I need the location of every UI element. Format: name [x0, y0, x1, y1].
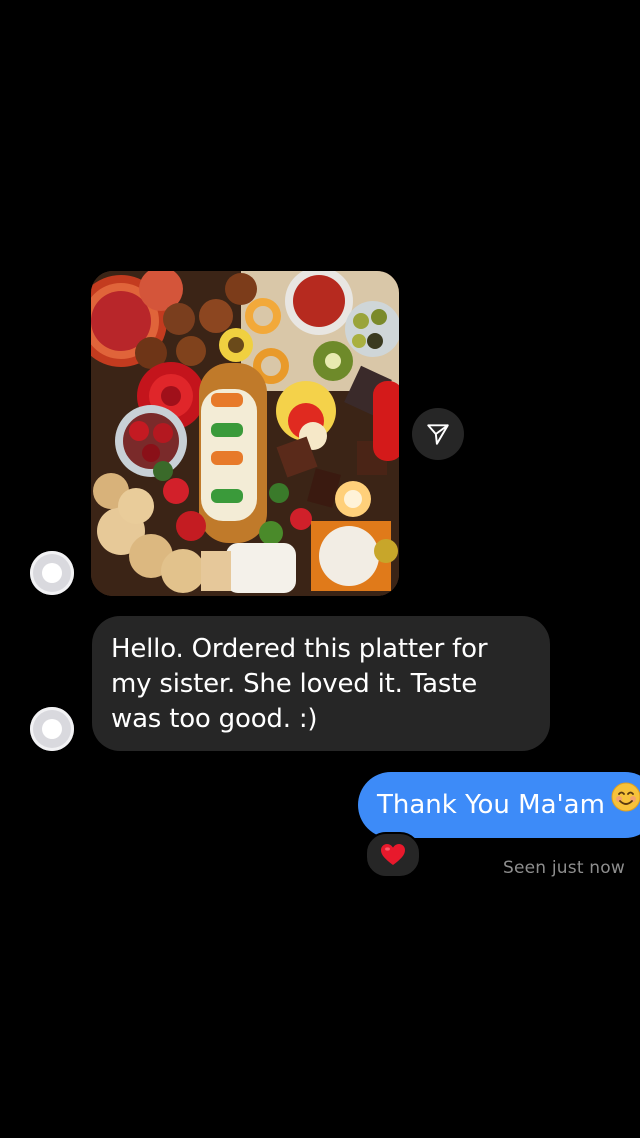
- heart-icon: [381, 844, 405, 865]
- chat-screen: Hello. Ordered this platter for my siste…: [0, 0, 640, 1138]
- smiling-face-icon: [611, 771, 640, 837]
- incoming-message-bubble[interactable]: Hello. Ordered this platter for my siste…: [92, 616, 550, 751]
- message-reaction[interactable]: [365, 832, 421, 878]
- outgoing-message-bubble[interactable]: Thank You Ma'am: [358, 772, 640, 838]
- sender-avatar[interactable]: [30, 707, 74, 751]
- shared-photo-message[interactable]: [91, 271, 399, 596]
- send-icon: [427, 424, 449, 445]
- outgoing-message-text: Thank You Ma'am: [377, 790, 605, 820]
- incoming-message-text: Hello. Ordered this platter for my siste…: [111, 634, 488, 734]
- food-platter-photo: [91, 271, 399, 596]
- seen-status: Seen just now: [503, 858, 625, 878]
- share-button[interactable]: [412, 408, 464, 460]
- sender-avatar[interactable]: [30, 551, 74, 595]
